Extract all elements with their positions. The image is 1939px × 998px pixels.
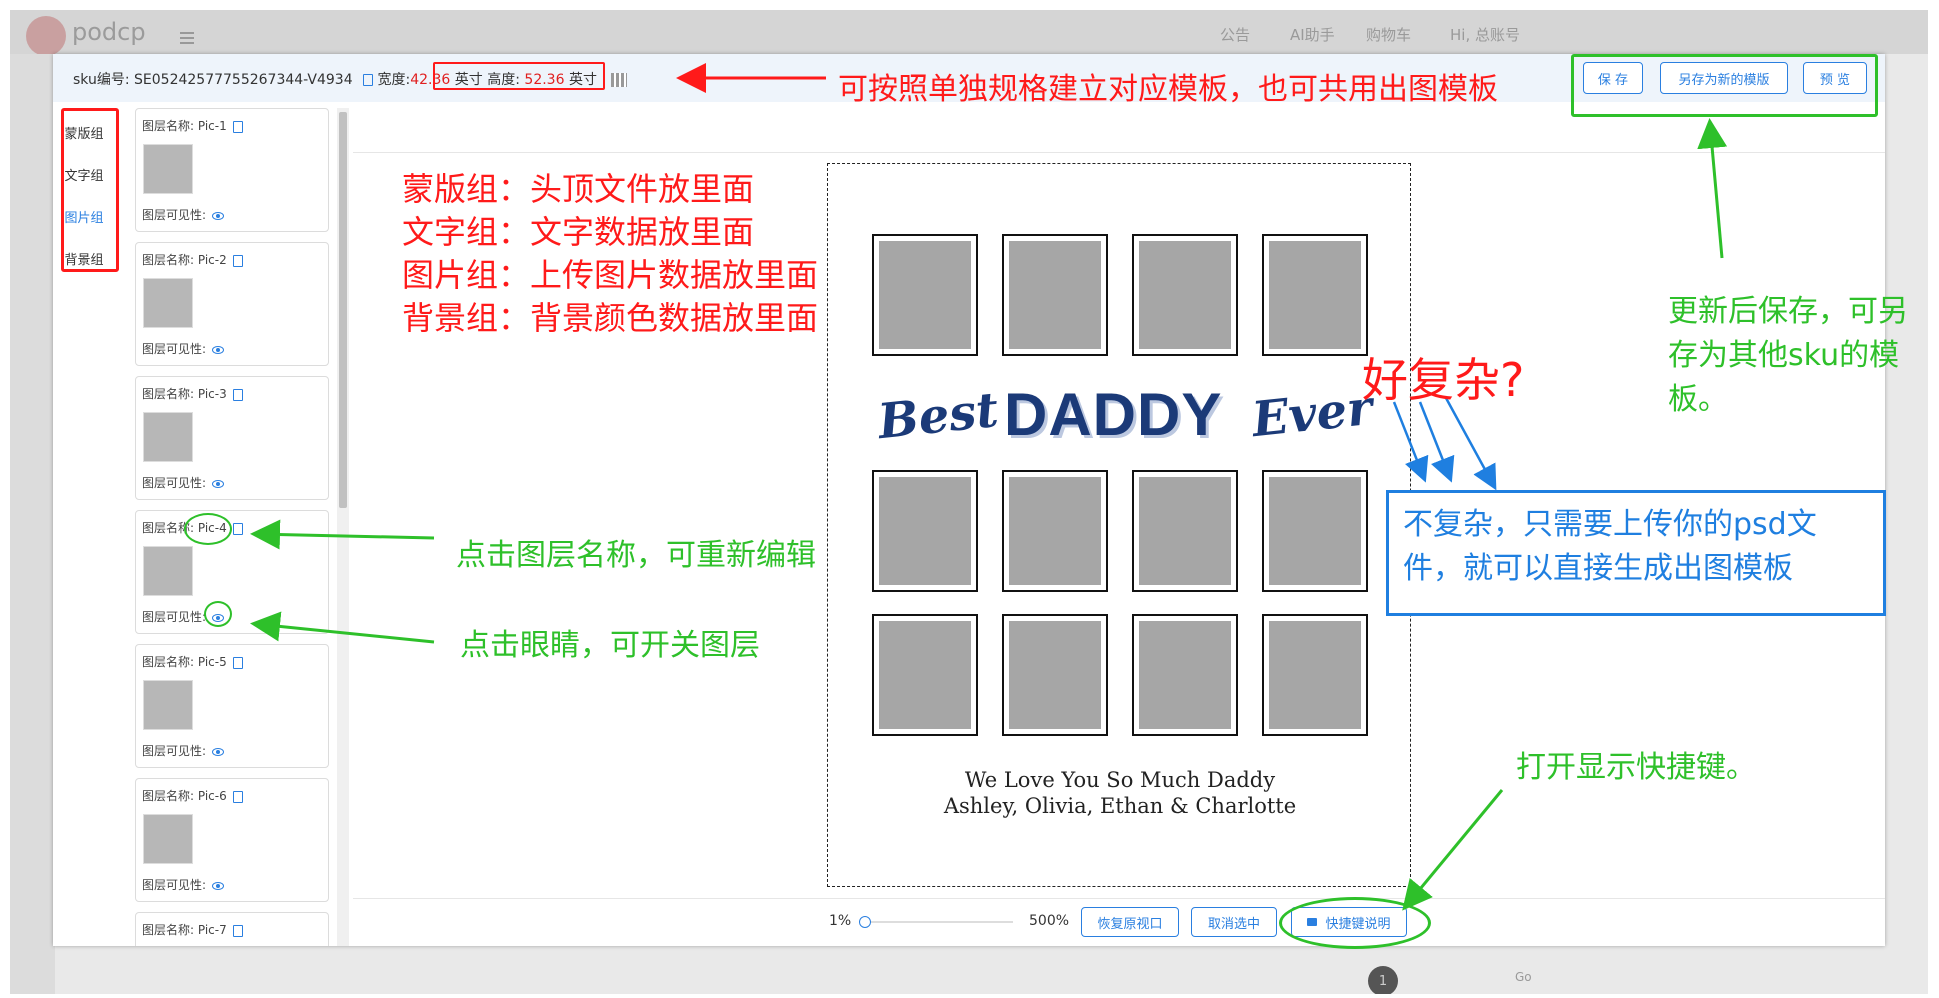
arrow-to-eye	[250, 611, 435, 644]
annotation-group-text: 文字组：文字数据放里面	[402, 213, 755, 251]
annotation-group-image: 图片组：上传图片数据放里面	[402, 256, 819, 294]
arrow-to-shortcut	[1402, 789, 1504, 911]
annotation-simple-text: 不复杂，只需要上传你的psd文件，就可以直接生成出图模板	[1403, 507, 1817, 586]
annotation-group-mask: 蒙版组：头顶文件放里面	[402, 170, 755, 208]
annotation-click-eye: 点击眼睛，可开关图层	[460, 628, 760, 663]
annotation-top-note: 可按照单独规格建立对应模板，也可共用出图模板	[838, 72, 1498, 107]
annotation-group-background: 背景组：背景颜色数据放里面	[402, 299, 819, 337]
annotation-complex: 好复杂?	[1362, 353, 1525, 407]
arrow-complex-3	[1444, 397, 1497, 491]
annotation-simple-box: 不复杂，只需要上传你的psd文件，就可以直接生成出图模板	[1386, 490, 1886, 616]
annotation-shortcut-note: 打开显示快捷键。	[1516, 750, 1756, 785]
arrow-complex-2	[1418, 401, 1455, 483]
arrow-to-buttons	[1697, 118, 1728, 259]
arrow-complex-1	[1392, 401, 1429, 483]
annotation-save-note: 更新后保存，可另存为其他sku的模板。	[1668, 294, 1908, 417]
annotation-groups: 蒙版组：头顶文件放里面 文字组：文字数据放里面 图片组：上传图片数据放里面 背景…	[402, 168, 818, 340]
annotation-click-name: 点击图层名称，可重新编辑	[456, 538, 816, 573]
arrow-to-layer-name	[250, 519, 435, 550]
